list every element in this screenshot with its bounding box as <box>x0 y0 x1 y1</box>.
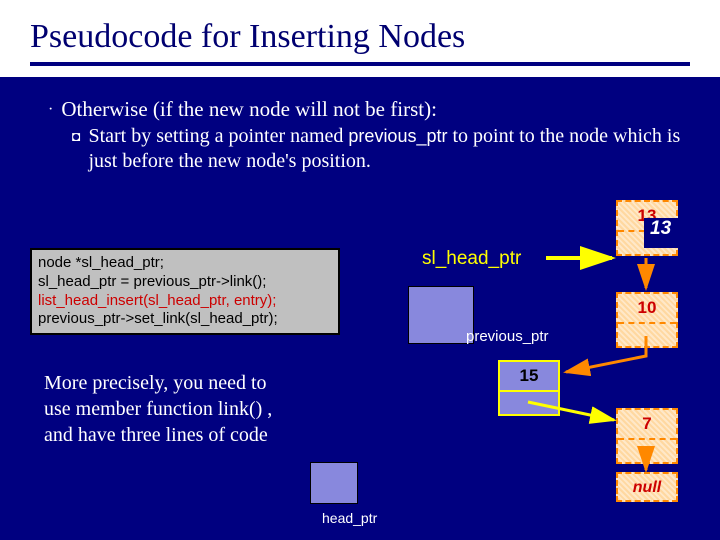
node-10: 10 <box>616 292 678 348</box>
subbullet-start: ◘ Start by setting a pointer named previ… <box>72 124 690 174</box>
head-ptr-box <box>310 462 358 504</box>
subbullet-marker: ◘ <box>72 124 80 174</box>
node-10-ptr <box>618 322 676 348</box>
node-null: null <box>616 472 678 502</box>
node-7-value: 7 <box>618 410 676 438</box>
bullet-otherwise: · Otherwise (if the new node will not be… <box>48 97 690 122</box>
code-box: node *sl_head_ptr; sl_head_ptr = previou… <box>30 248 340 335</box>
code-line-3: list_head_insert(sl_head_ptr, entry); <box>38 292 332 311</box>
sl-head-ptr-label: sl_head_ptr <box>422 248 521 270</box>
node-7: 7 <box>616 408 678 464</box>
code-line-4: previous_ptr->set_link(sl_head_ptr); <box>38 310 332 329</box>
code-line-2: sl_head_ptr = previous_ptr->link(); <box>38 273 332 292</box>
node-15-ptr <box>500 390 558 416</box>
node-null-value: null <box>618 474 676 500</box>
inline-13: 13 <box>644 218 682 248</box>
node-15: 15 <box>498 360 560 416</box>
previous-ptr-label: previous_ptr <box>466 328 549 345</box>
sl-head-ptr-box <box>408 286 474 344</box>
content-area: · Otherwise (if the new node will not be… <box>0 77 720 174</box>
title-area: Pseudocode for Inserting Nodes <box>0 0 720 74</box>
rule-thick <box>30 62 690 66</box>
node-7-ptr <box>618 438 676 464</box>
head-ptr-label: head_ptr <box>322 510 377 526</box>
bullet-marker: · <box>48 97 53 122</box>
slide-title: Pseudocode for Inserting Nodes <box>30 18 690 56</box>
code-line-1: node *sl_head_ptr; <box>38 254 332 273</box>
node-10-value: 10 <box>618 294 676 322</box>
note-text: More precisely, you need to use member f… <box>44 370 294 448</box>
node-15-value: 15 <box>500 362 558 390</box>
subbullet-text: Start by setting a pointer named previou… <box>88 124 690 174</box>
bullet-text: Otherwise (if the new node will not be f… <box>61 97 437 122</box>
